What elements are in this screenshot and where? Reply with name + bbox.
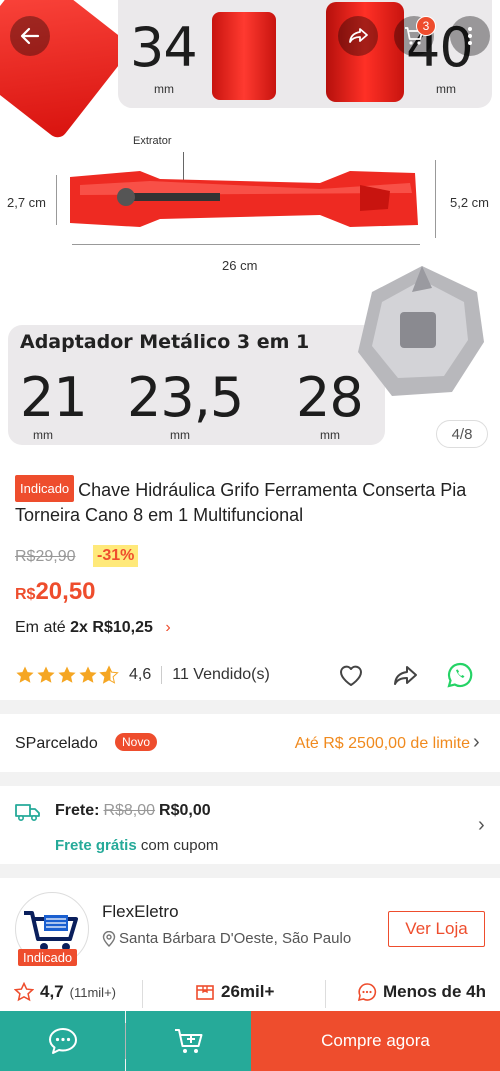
dim-line-right bbox=[435, 160, 436, 238]
star-icon bbox=[37, 666, 55, 683]
cart-plus-icon bbox=[174, 1029, 202, 1053]
star-icon bbox=[79, 666, 97, 683]
free-shipping-suffix: com cupom bbox=[140, 837, 219, 854]
more-button[interactable] bbox=[450, 16, 490, 56]
location-pin-icon bbox=[102, 930, 116, 947]
installment-prefix: Em até bbox=[15, 619, 66, 636]
truck-icon bbox=[15, 804, 40, 822]
shipping-price: Frete: R$8,00 R$0,00 bbox=[55, 802, 211, 820]
more-vertical-icon bbox=[468, 27, 472, 45]
add-to-cart-button[interactable] bbox=[126, 1011, 251, 1071]
page-indicator: 4/8 bbox=[436, 420, 488, 448]
length-label: 26 cm bbox=[222, 258, 258, 273]
store-name[interactable]: FlexEletro bbox=[102, 902, 179, 922]
product-image-gallery[interactable]: 34 mm 40 mm 3 Extrator 2,7 cm 5,2 cm 26 … bbox=[0, 0, 500, 460]
star-icon bbox=[58, 666, 76, 683]
store-products: 26mil+ bbox=[195, 982, 274, 1002]
view-store-button[interactable]: Ver Loja bbox=[388, 911, 485, 947]
chevron-right-icon: › bbox=[165, 619, 171, 636]
chevron-right-icon: › bbox=[473, 731, 480, 753]
adapter-size-21: 21 bbox=[20, 366, 88, 429]
product-title-text: Chave Hidráulica Grifo Ferramenta Conser… bbox=[15, 480, 467, 525]
arrow-left-icon bbox=[20, 27, 40, 45]
installment-row[interactable]: Em até 2x R$10,25 › bbox=[15, 619, 171, 637]
sold-count: 11 Vendido(s) bbox=[172, 666, 270, 683]
free-shipping-label: Frete grátis bbox=[55, 837, 137, 854]
adapter-size-28-unit: mm bbox=[320, 428, 340, 442]
chat-button[interactable] bbox=[0, 1011, 125, 1071]
rating-value: 4,6 bbox=[129, 666, 152, 683]
store-response-time: Menos de 4h bbox=[357, 982, 486, 1002]
chat-dots-icon bbox=[357, 983, 377, 1002]
divider bbox=[142, 980, 143, 1008]
old-price: R$29,90 bbox=[15, 548, 76, 565]
buy-now-button[interactable]: Compre agora bbox=[251, 1011, 500, 1071]
chevron-right-icon: › bbox=[478, 814, 485, 836]
size-34-unit: mm bbox=[154, 82, 174, 96]
star-outline-icon bbox=[14, 982, 34, 1002]
shipping-label: Frete: bbox=[55, 802, 100, 819]
discount-badge: -31% bbox=[93, 545, 139, 567]
length-line bbox=[72, 244, 420, 245]
chat-icon bbox=[48, 1028, 77, 1054]
credit-limit: Até R$ 2500,00 de limite bbox=[294, 735, 470, 752]
wrench-image bbox=[70, 171, 418, 227]
box-icon bbox=[196, 985, 214, 1000]
shipping-new-price: R$0,00 bbox=[159, 802, 211, 819]
store-rating-value: 4,7 bbox=[40, 982, 64, 1001]
store-indicado-badge: Indicado bbox=[18, 949, 78, 966]
back-button[interactable] bbox=[10, 16, 50, 56]
star-icon bbox=[16, 666, 34, 683]
current-price: R$20,50 bbox=[15, 578, 96, 606]
divider bbox=[161, 666, 163, 684]
store-location-text: Santa Bárbara D'Oeste, São Paulo bbox=[119, 930, 352, 947]
indicado-badge: Indicado bbox=[15, 475, 75, 502]
divider bbox=[325, 980, 326, 1008]
size-34: 34 bbox=[130, 16, 198, 79]
adapter-size-23-5-unit: mm bbox=[170, 428, 190, 442]
width-right-label: 5,2 cm bbox=[450, 195, 490, 210]
adapter-size-21-unit: mm bbox=[33, 428, 53, 442]
store-rating-count: (11mil+) bbox=[69, 984, 116, 1000]
store-products-value: 26mil+ bbox=[221, 982, 275, 1001]
star-half-icon bbox=[99, 665, 119, 684]
size-40-unit: mm bbox=[436, 82, 456, 96]
share-icon[interactable] bbox=[390, 660, 420, 690]
novo-badge: Novo bbox=[115, 733, 158, 751]
price-currency: R$ bbox=[15, 586, 36, 603]
red-socket-image bbox=[212, 12, 276, 100]
store-location: Santa Bárbara D'Oeste, São Paulo bbox=[102, 930, 351, 947]
adapter-size-23-5: 23,5 bbox=[127, 366, 244, 429]
metal-adapter-image bbox=[358, 266, 484, 396]
store-response-value: Menos de 4h bbox=[383, 982, 486, 1001]
store-rating: 4,7 (11mil+) bbox=[14, 982, 116, 1002]
share-icon bbox=[349, 28, 368, 43]
dim-line-left bbox=[56, 175, 57, 225]
free-shipping-note: Frete grátis com cupom bbox=[55, 837, 218, 854]
share-button[interactable] bbox=[338, 16, 378, 56]
extractor-label: Extrator bbox=[133, 135, 172, 147]
star-rating bbox=[15, 665, 119, 685]
whatsapp-icon[interactable] bbox=[445, 660, 475, 690]
heart-icon[interactable] bbox=[336, 660, 366, 690]
cart-count-badge: 3 bbox=[416, 16, 436, 36]
width-left-label: 2,7 cm bbox=[7, 195, 47, 210]
price-value: 20,50 bbox=[35, 578, 96, 605]
product-title: Indicado Chave Hidráulica Grifo Ferrament… bbox=[15, 475, 485, 528]
bottom-action-bar: Compre agora bbox=[0, 1011, 500, 1071]
adapter-title: Adaptador Metálico 3 em 1 bbox=[20, 331, 310, 353]
installment-value: 2x R$10,25 bbox=[70, 619, 153, 636]
sparcelado-label: SParcelado bbox=[15, 735, 98, 752]
shipping-old-price: R$8,00 bbox=[103, 802, 156, 819]
